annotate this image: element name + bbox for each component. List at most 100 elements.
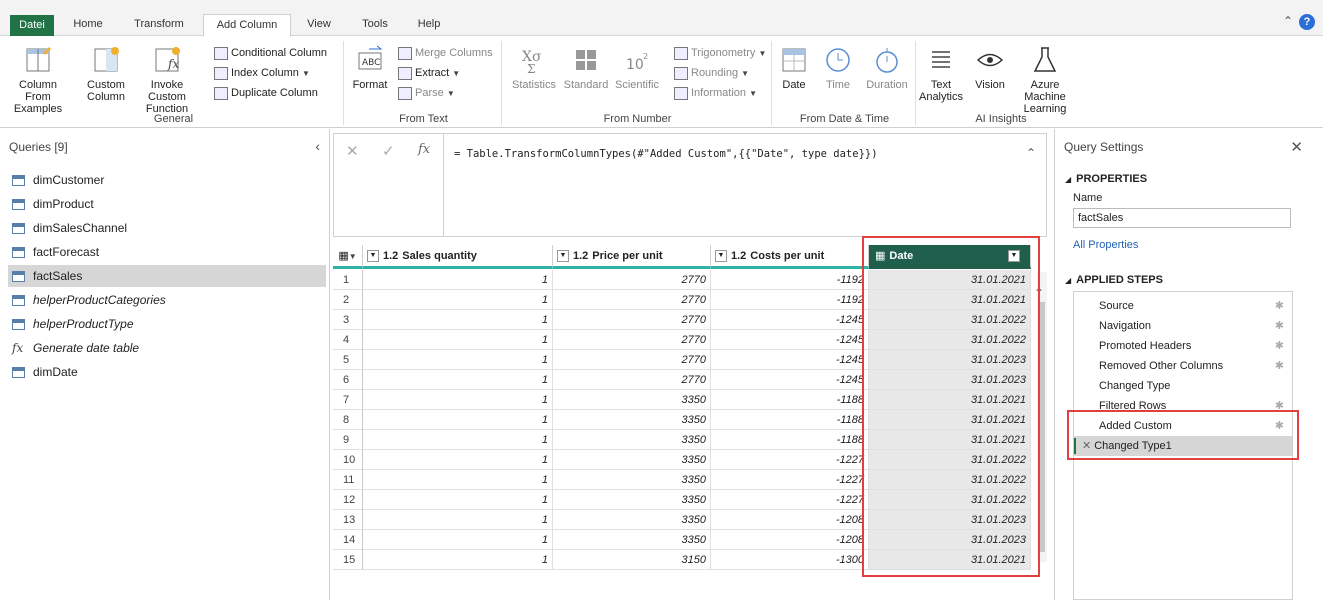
time-button[interactable]: Time: [818, 45, 858, 91]
table-cell[interactable]: 2770: [553, 270, 711, 290]
formula-input[interactable]: = Table.TransformColumnTypes(#"Added Cus…: [454, 148, 878, 160]
table-cell[interactable]: 1: [363, 310, 553, 330]
table-cell[interactable]: -1192: [711, 290, 869, 310]
query-item[interactable]: helperProductType: [8, 313, 326, 335]
table-cell[interactable]: -1227: [711, 450, 869, 470]
applied-step[interactable]: Navigation ✱: [1074, 316, 1292, 336]
table-cell[interactable]: -1245: [711, 350, 869, 370]
query-item[interactable]: dimProduct: [8, 193, 326, 215]
table-cell[interactable]: 1: [363, 450, 553, 470]
table-cell[interactable]: -1188: [711, 410, 869, 430]
vision-button[interactable]: Vision: [970, 45, 1010, 91]
parse-button[interactable]: Parse ▼: [398, 85, 455, 101]
query-item[interactable]: dimSalesChannel: [8, 217, 326, 239]
table-cell[interactable]: 3350: [553, 410, 711, 430]
gear-icon[interactable]: ✱: [1275, 316, 1284, 336]
table-cell[interactable]: 1: [363, 370, 553, 390]
chevron-down-icon[interactable]: ▼: [367, 250, 379, 263]
duplicate-column-button[interactable]: Duplicate Column: [214, 85, 318, 101]
help-icon[interactable]: ?: [1299, 14, 1315, 30]
table-cell[interactable]: 3350: [553, 390, 711, 410]
table-cell[interactable]: -1300: [711, 550, 869, 570]
query-item[interactable]: dimDate: [8, 361, 326, 383]
table-cell[interactable]: -1188: [711, 390, 869, 410]
collapse-ribbon-icon[interactable]: ⌃: [1283, 14, 1293, 28]
query-item[interactable]: dimCustomer: [8, 169, 326, 191]
table-cell[interactable]: 1: [363, 430, 553, 450]
table-cell[interactable]: -1245: [711, 330, 869, 350]
column-from-examples-button[interactable]: Column From Examples: [8, 45, 68, 115]
table-cell[interactable]: -1227: [711, 490, 869, 510]
applied-steps-section-header[interactable]: ◢ APPLIED STEPS: [1065, 274, 1163, 286]
date-button[interactable]: Date: [776, 45, 812, 91]
table-cell[interactable]: -1208: [711, 510, 869, 530]
table-cell[interactable]: 3350: [553, 530, 711, 550]
table-cell[interactable]: -1208: [711, 530, 869, 550]
invoke-custom-function-button[interactable]: fx Invoke Custom Function: [134, 45, 200, 115]
tab-home[interactable]: Home: [66, 14, 110, 36]
gear-icon[interactable]: ✱: [1275, 356, 1284, 376]
table-cell[interactable]: 3350: [553, 430, 711, 450]
table-cell[interactable]: 2770: [553, 310, 711, 330]
table-cell[interactable]: 3350: [553, 470, 711, 490]
column-header-costs-per-unit[interactable]: ▼ 1.2 Costs per unit: [711, 245, 869, 269]
column-header-price-per-unit[interactable]: ▼ 1.2 Price per unit: [553, 245, 711, 269]
azure-ml-button[interactable]: Azure Machine Learning: [1010, 45, 1080, 115]
table-cell[interactable]: 1: [363, 550, 553, 570]
table-cell[interactable]: 2770: [553, 330, 711, 350]
custom-column-button[interactable]: Custom Column: [80, 45, 132, 103]
scientific-button[interactable]: 10 2 Scientific: [612, 45, 662, 91]
table-cell[interactable]: 1: [363, 530, 553, 550]
table-cell[interactable]: 1: [363, 290, 553, 310]
tab-view[interactable]: View: [298, 14, 340, 36]
table-cell[interactable]: 1: [363, 470, 553, 490]
table-cell[interactable]: 1: [363, 410, 553, 430]
statistics-button[interactable]: Xσ Σ Statistics: [508, 45, 560, 91]
table-cell[interactable]: -1188: [711, 430, 869, 450]
table-cell[interactable]: 2770: [553, 350, 711, 370]
query-name-input[interactable]: factSales: [1073, 208, 1291, 228]
table-cell[interactable]: 1: [363, 390, 553, 410]
gear-icon[interactable]: ✱: [1275, 296, 1284, 316]
table-cell[interactable]: 2770: [553, 370, 711, 390]
table-cell[interactable]: 1: [363, 490, 553, 510]
query-item[interactable]: fx Generate date table: [8, 337, 326, 359]
applied-step[interactable]: Source ✱: [1074, 296, 1292, 316]
tab-tools[interactable]: Tools: [350, 14, 400, 36]
table-cell[interactable]: 1: [363, 330, 553, 350]
duration-button[interactable]: Duration: [862, 45, 912, 91]
table-cell[interactable]: 3350: [553, 450, 711, 470]
commit-check-icon[interactable]: ✓: [382, 142, 395, 160]
close-icon[interactable]: ✕: [1290, 138, 1303, 156]
text-analytics-button[interactable]: Text Analytics: [918, 45, 964, 103]
table-cell[interactable]: -1192: [711, 270, 869, 290]
rounding-button[interactable]: Rounding ▼: [674, 65, 749, 81]
applied-step[interactable]: Removed Other Columns ✱: [1074, 356, 1292, 376]
information-button[interactable]: Information ▼: [674, 85, 757, 101]
fx-icon[interactable]: fx: [418, 142, 430, 157]
table-cell[interactable]: 3350: [553, 510, 711, 530]
table-cell[interactable]: 1: [363, 350, 553, 370]
tab-transform[interactable]: Transform: [120, 14, 198, 36]
table-cell[interactable]: 1: [363, 270, 553, 290]
expand-formula-icon[interactable]: ⌃: [1026, 146, 1036, 160]
query-item[interactable]: factSales: [8, 265, 326, 287]
collapse-pane-icon[interactable]: ‹: [315, 138, 320, 154]
column-header-sales-quantity[interactable]: ▼ 1.2 Sales quantity: [363, 245, 553, 269]
table-cell[interactable]: -1245: [711, 310, 869, 330]
cancel-icon[interactable]: ✕: [346, 142, 359, 160]
table-cell[interactable]: 3350: [553, 490, 711, 510]
tab-file[interactable]: Datei: [10, 15, 54, 36]
table-menu-icon[interactable]: ▦▼: [333, 245, 363, 269]
chevron-down-icon[interactable]: ▼: [557, 250, 569, 263]
standard-button[interactable]: Standard: [560, 45, 612, 91]
chevron-down-icon[interactable]: ▼: [715, 250, 727, 263]
trigonometry-button[interactable]: Trigonometry ▼: [674, 45, 766, 61]
gear-icon[interactable]: ✱: [1275, 336, 1284, 356]
table-cell[interactable]: -1227: [711, 470, 869, 490]
format-button[interactable]: ABC Format: [350, 45, 390, 91]
applied-step[interactable]: Promoted Headers ✱: [1074, 336, 1292, 356]
query-item[interactable]: helperProductCategories: [8, 289, 326, 311]
table-cell[interactable]: -1245: [711, 370, 869, 390]
conditional-column-button[interactable]: Conditional Column: [214, 45, 327, 61]
